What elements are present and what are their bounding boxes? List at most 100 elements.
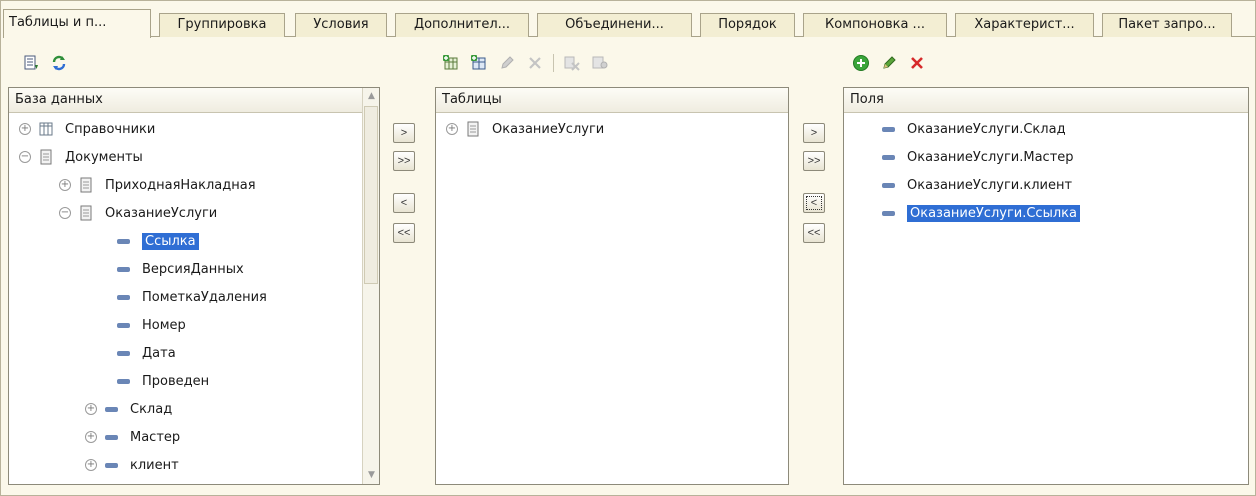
- tree-field-link[interactable]: Ссылка: [117, 230, 199, 252]
- query-builder-window: Таблицы и п... Группировка Условия Допол…: [0, 0, 1256, 496]
- field-link[interactable]: ОказаниеУслуги.Ссылка: [882, 202, 1080, 224]
- field-label-selected: ОказаниеУслуги.Ссылка: [907, 204, 1080, 222]
- tab-query-batch[interactable]: Пакет запро...: [1102, 13, 1232, 37]
- delete-icon[interactable]: [907, 53, 927, 73]
- catalog-icon: [39, 122, 53, 136]
- expand-icon[interactable]: +: [85, 431, 97, 443]
- tab-characteristics[interactable]: Характерист...: [955, 13, 1094, 37]
- tab-composition[interactable]: Компоновка ...: [803, 13, 947, 37]
- field-client[interactable]: ОказаниеУслуги.клиент: [882, 174, 1072, 196]
- add-icon[interactable]: [851, 53, 871, 73]
- database-tree: + Справочники − Документы + ПриходнаяНак…: [9, 116, 379, 484]
- tree-item-label: ОказаниеУслуги: [105, 205, 218, 221]
- tables-item-service-provision[interactable]: + ОказаниеУслуги: [446, 118, 604, 140]
- add-all-fields-button[interactable]: >>: [803, 151, 825, 171]
- database-panel-header: База данных: [9, 88, 379, 113]
- tab-conditions[interactable]: Условия: [295, 13, 387, 37]
- tree-field-client[interactable]: + клиент: [85, 454, 179, 476]
- add-field-button[interactable]: >: [803, 123, 825, 143]
- document-icon: [40, 149, 52, 165]
- tree-field-data-version[interactable]: ВерсияДанных: [117, 258, 244, 280]
- field-icon: [105, 406, 118, 412]
- tree-item-label: ПриходнаяНакладная: [105, 177, 256, 193]
- tree-item-label-selected: Ссылка: [142, 232, 199, 250]
- refresh-icon[interactable]: [49, 53, 69, 73]
- tree-item-label: Документы: [65, 149, 143, 165]
- field-label: ОказаниеУслуги.клиент: [907, 177, 1073, 193]
- database-panel: База данных + Справочники − Документы + …: [8, 87, 380, 485]
- field-icon: [882, 154, 895, 160]
- document-icon: [80, 205, 92, 221]
- collapse-icon[interactable]: −: [59, 207, 71, 219]
- scroll-up-icon[interactable]: ▲: [363, 88, 380, 105]
- remove-all-fields-button[interactable]: <<: [803, 223, 825, 243]
- tables-panel-header: Таблицы: [436, 88, 788, 113]
- tree-item-label: Дата: [142, 345, 176, 361]
- expand-icon[interactable]: +: [85, 459, 97, 471]
- add-all-tables-button[interactable]: >>: [393, 151, 415, 171]
- tree-item-label: ВерсияДанных: [142, 261, 244, 277]
- add-table-icon[interactable]: [441, 53, 461, 73]
- tree-item-label: Склад: [130, 401, 173, 417]
- tree-item-service-provision[interactable]: − ОказаниеУслуги: [59, 202, 217, 224]
- tab-bar: Таблицы и п... Группировка Условия Допол…: [3, 9, 1255, 38]
- tables-item-label: ОказаниеУслуги: [492, 121, 605, 137]
- collapse-icon[interactable]: −: [19, 151, 31, 163]
- settings-icon[interactable]: [590, 53, 610, 73]
- field-warehouse[interactable]: ОказаниеУслуги.Склад: [882, 118, 1066, 140]
- tree-item-label: Мастер: [130, 429, 181, 445]
- document-icon: [467, 121, 479, 137]
- tree-item-documents[interactable]: − Документы: [19, 146, 143, 168]
- tables-tree: + ОказаниеУслуги: [436, 116, 788, 484]
- expand-icon[interactable]: +: [19, 123, 31, 135]
- tree-field-deletion-mark[interactable]: ПометкаУдаления: [117, 286, 267, 308]
- toolbar-separator: [553, 54, 554, 72]
- field-icon: [882, 210, 895, 216]
- list-icon[interactable]: [21, 53, 41, 73]
- document-icon: [80, 177, 92, 193]
- field-icon: [117, 294, 130, 300]
- tree-item-label: клиент: [130, 457, 179, 473]
- tree-item-catalogs[interactable]: + Справочники: [19, 118, 155, 140]
- field-label: ОказаниеУслуги.Склад: [907, 121, 1066, 137]
- tab-additional[interactable]: Дополнител...: [395, 13, 529, 37]
- tab-grouping[interactable]: Группировка: [159, 13, 285, 37]
- field-icon: [117, 266, 130, 272]
- add-table-button[interactable]: >: [393, 123, 415, 143]
- tree-field-date[interactable]: Дата: [117, 342, 176, 364]
- delete-icon[interactable]: [525, 53, 545, 73]
- edit-icon[interactable]: [497, 53, 517, 73]
- field-icon: [882, 182, 895, 188]
- replace-table-icon[interactable]: [562, 53, 582, 73]
- tree-item-label: ПометкаУдаления: [142, 289, 267, 305]
- expand-icon[interactable]: +: [59, 179, 71, 191]
- tree-item-incoming-invoice[interactable]: + ПриходнаяНакладная: [59, 174, 256, 196]
- expand-icon[interactable]: +: [85, 403, 97, 415]
- field-icon: [105, 434, 118, 440]
- tab-order[interactable]: Порядок: [700, 13, 795, 37]
- fields-panel-header: Поля: [844, 88, 1248, 113]
- edit-icon[interactable]: [879, 53, 899, 73]
- tree-field-warehouse[interactable]: + Склад: [85, 398, 172, 420]
- field-master[interactable]: ОказаниеУслуги.Мастер: [882, 146, 1074, 168]
- tab-unions[interactable]: Объединени...: [537, 13, 692, 37]
- scroll-thumb[interactable]: [364, 106, 378, 284]
- remove-all-tables-button[interactable]: <<: [393, 223, 415, 243]
- scroll-down-icon[interactable]: ▼: [363, 467, 380, 484]
- field-label: ОказаниеУслуги.Мастер: [907, 149, 1074, 165]
- remove-field-button[interactable]: <: [803, 193, 825, 213]
- expand-icon[interactable]: +: [446, 123, 458, 135]
- remove-table-button[interactable]: <: [393, 193, 415, 213]
- tab-tables-and-fields[interactable]: Таблицы и п...: [3, 9, 151, 38]
- fields-toolbar: [851, 53, 927, 73]
- database-scrollbar[interactable]: ▲ ▼: [362, 88, 379, 484]
- fields-panel: Поля ОказаниеУслуги.Склад ОказаниеУслуги…: [843, 87, 1249, 485]
- field-icon: [117, 238, 130, 244]
- tree-field-number[interactable]: Номер: [117, 314, 186, 336]
- tree-field-master[interactable]: + Мастер: [85, 426, 180, 448]
- tree-item-label: Номер: [142, 317, 186, 333]
- tree-item-label: Справочники: [65, 121, 156, 137]
- tree-item-label: Проведен: [142, 373, 210, 389]
- tree-field-posted[interactable]: Проведен: [117, 370, 209, 392]
- add-temp-table-icon[interactable]: [469, 53, 489, 73]
